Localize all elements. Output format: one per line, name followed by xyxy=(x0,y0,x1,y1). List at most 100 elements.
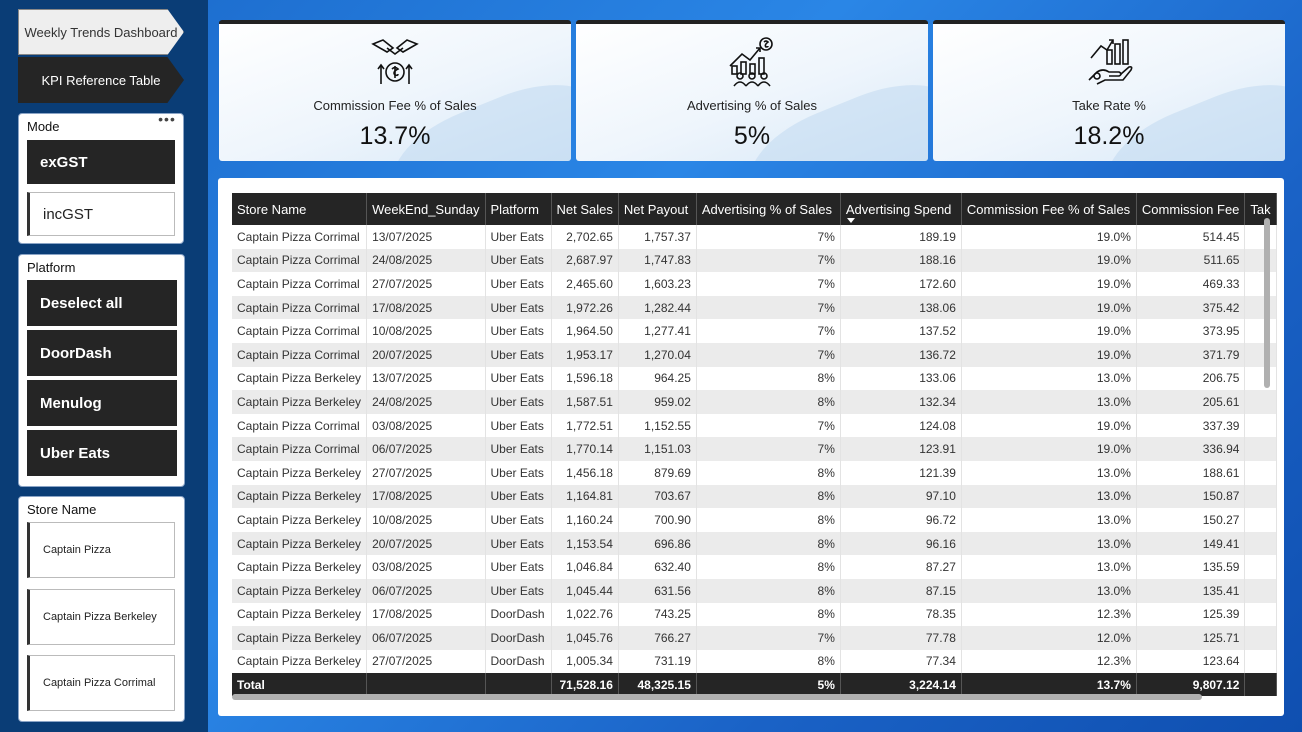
table-cell: 7% xyxy=(696,437,841,461)
platform-option-menulog[interactable]: Menulog xyxy=(27,380,177,426)
table-cell: Captain Pizza Berkeley xyxy=(232,484,368,509)
table-cell: 1,022.76 xyxy=(551,602,619,627)
kpi-reference-nav-button[interactable]: KPI Reference Table xyxy=(18,57,184,103)
table-row[interactable]: Captain Pizza Berkeley 17/08/2025 DoorDash… xyxy=(232,602,1277,627)
table-cell: 19.0% xyxy=(961,413,1137,438)
table-cell: Uber Eats xyxy=(485,555,552,579)
table-cell: 373.95 xyxy=(1136,319,1246,343)
table-cell: 7% xyxy=(696,272,841,296)
table-row[interactable]: Captain Pizza Berkeley 13/07/2025 Uber Eat… xyxy=(232,366,1277,391)
weekly-trends-nav-button[interactable]: Weekly Trends Dashboard xyxy=(18,9,184,55)
table-row[interactable]: Captain Pizza Berkeley 20/07/2025 Uber Eat… xyxy=(232,531,1277,556)
table-cell: 375.42 xyxy=(1136,295,1246,320)
vertical-scrollbar[interactable] xyxy=(1264,218,1270,388)
table-row[interactable]: Captain Pizza Corrimal 13/07/2025 Uber Eat… xyxy=(232,225,1277,249)
store-slicer-title: Store Name xyxy=(27,502,97,517)
table-cell: Uber Eats xyxy=(485,248,552,273)
table-cell: 12.0% xyxy=(961,626,1137,650)
column-header[interactable]: Advertising % of Sales xyxy=(696,193,841,225)
table-row[interactable]: Captain Pizza Berkeley 10/08/2025 Uber Eat… xyxy=(232,508,1277,532)
table-cell: 124.08 xyxy=(840,413,962,438)
table-cell: 8% xyxy=(696,555,841,579)
table-cell: 27/07/2025 xyxy=(366,460,486,485)
table-row[interactable]: Captain Pizza Corrimal 20/07/2025 Uber Eat… xyxy=(232,342,1277,367)
table-cell: 7% xyxy=(696,225,841,249)
store-option-captain-pizza-berkeley[interactable]: Captain Pizza Berkeley xyxy=(27,589,175,645)
table-cell: 1,770.14 xyxy=(551,437,619,461)
table-cell: 1,153.54 xyxy=(551,531,619,556)
table-cell: 13.0% xyxy=(961,555,1137,579)
mode-option-incgst[interactable]: incGST xyxy=(27,192,175,236)
table-row[interactable]: Captain Pizza Corrimal 06/07/2025 Uber Eat… xyxy=(232,437,1277,461)
table-cell: 123.64 xyxy=(1136,649,1246,674)
table-row[interactable]: Captain Pizza Corrimal 27/07/2025 Uber Eat… xyxy=(232,272,1277,296)
column-header[interactable]: Commission Fee % of Sales xyxy=(961,193,1137,225)
table-cell: 8% xyxy=(696,460,841,485)
store-option-captain-pizza-corrimal[interactable]: Captain Pizza Corrimal xyxy=(27,655,175,711)
table-cell: 77.34 xyxy=(840,649,962,674)
table-cell: Captain Pizza Berkeley xyxy=(232,460,368,485)
table-cell: 743.25 xyxy=(618,602,697,627)
table-row[interactable]: Captain Pizza Corrimal 17/08/2025 Uber Eat… xyxy=(232,295,1277,320)
column-header[interactable]: Net Payout xyxy=(618,193,697,225)
table-cell xyxy=(1244,272,1277,296)
table-cell: 1,747.83 xyxy=(618,248,697,273)
table-cell: Captain Pizza Corrimal xyxy=(232,248,368,273)
platform-option-uber-eats[interactable]: Uber Eats xyxy=(27,430,177,476)
column-header-sorted[interactable]: Advertising Spend xyxy=(840,193,962,225)
table-cell: 188.61 xyxy=(1136,460,1246,485)
horizontal-scrollbar[interactable] xyxy=(232,694,1202,700)
more-options-icon[interactable]: ••• xyxy=(153,112,181,130)
table-cell: 13.0% xyxy=(961,508,1137,532)
column-header[interactable]: Commission Fee xyxy=(1136,193,1246,225)
table-row[interactable]: Captain Pizza Berkeley 06/07/2025 Uber Eat… xyxy=(232,578,1277,603)
store-option-captain-pizza[interactable]: Captain Pizza xyxy=(27,522,175,578)
table-cell: 138.06 xyxy=(840,295,962,320)
sort-descending-icon xyxy=(846,218,855,223)
table-row[interactable]: Captain Pizza Berkeley 06/07/2025 DoorDash… xyxy=(232,626,1277,650)
table-row[interactable]: Captain Pizza Corrimal 03/08/2025 Uber Eat… xyxy=(232,413,1277,438)
table-cell: 96.16 xyxy=(840,531,962,556)
table-cell: 19.0% xyxy=(961,248,1137,273)
column-header[interactable]: Platform xyxy=(485,193,552,225)
table-cell: 700.90 xyxy=(618,508,697,532)
table-cell: 19.0% xyxy=(961,437,1137,461)
table-cell: 17/08/2025 xyxy=(366,602,486,627)
table-cell: Captain Pizza Corrimal xyxy=(232,319,368,343)
table-row[interactable]: Captain Pizza Berkeley 24/08/2025 Uber Eat… xyxy=(232,390,1277,414)
table-cell: 7% xyxy=(696,413,841,438)
table-row[interactable]: Captain Pizza Berkeley 27/07/2025 Uber Eat… xyxy=(232,460,1277,485)
table-row[interactable]: Captain Pizza Berkeley 03/08/2025 Uber Eat… xyxy=(232,555,1277,579)
table-row[interactable]: Captain Pizza Berkeley 17/08/2025 Uber Eat… xyxy=(232,484,1277,509)
handshake-money-icon xyxy=(371,39,419,84)
table-cell: 1,596.18 xyxy=(551,366,619,391)
table-cell: 19.0% xyxy=(961,319,1137,343)
table-cell: 1,160.24 xyxy=(551,508,619,532)
table-cell xyxy=(1244,508,1277,532)
table-cell: 1,046.84 xyxy=(551,555,619,579)
table-total-row: Total 71,528.16 48,325.15 5% 3,224.14 13… xyxy=(232,673,1277,697)
table-cell: 2,465.60 xyxy=(551,272,619,296)
mode-slicer: Mode ••• exGST incGST xyxy=(18,112,184,244)
table-row[interactable]: Captain Pizza Berkeley 27/07/2025 DoorDash… xyxy=(232,649,1277,674)
table-cell: Captain Pizza Berkeley xyxy=(232,649,368,674)
table-cell xyxy=(1244,413,1277,438)
total-cell: 13.7% xyxy=(961,673,1137,697)
table-cell xyxy=(1244,555,1277,579)
table-row[interactable]: Captain Pizza Corrimal 10/08/2025 Uber Eat… xyxy=(232,319,1277,343)
table-row[interactable]: Captain Pizza Corrimal 24/08/2025 Uber Eat… xyxy=(232,248,1277,273)
platform-option-doordash[interactable]: DoorDash xyxy=(27,330,177,376)
column-header[interactable]: Tak xyxy=(1244,193,1277,225)
column-header[interactable]: WeekEnd_Sunday xyxy=(366,193,486,225)
column-header[interactable]: Net Sales xyxy=(551,193,619,225)
platform-option-deselect-all[interactable]: Deselect all xyxy=(27,280,177,326)
table-cell: Uber Eats xyxy=(485,366,552,391)
table-cell: Uber Eats xyxy=(485,295,552,320)
table-cell: 13.0% xyxy=(961,578,1137,603)
column-header[interactable]: Store Name xyxy=(232,193,368,225)
kpi-card-take-rate: Take Rate % 18.2% xyxy=(933,20,1285,161)
mode-option-exgst[interactable]: exGST xyxy=(27,140,175,184)
store-name-slicer: Store Name Captain Pizza Captain Pizza B… xyxy=(18,496,185,722)
main-area: Commission Fee % of Sales 13.7% Advertis… xyxy=(208,0,1302,732)
kpi-card-commission: Commission Fee % of Sales 13.7% xyxy=(219,20,571,161)
